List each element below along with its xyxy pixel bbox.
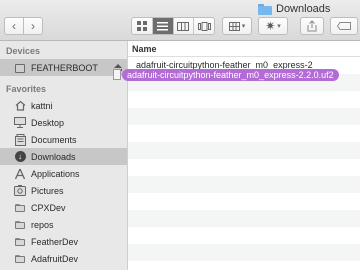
sidebar-item-label: kattni (31, 100, 53, 111)
sidebar-item-applications[interactable]: Applications (0, 165, 127, 182)
folder-icon (258, 3, 272, 15)
view-mode-control (131, 17, 215, 35)
back-button[interactable]: ‹ (4, 17, 24, 35)
share-button[interactable] (300, 17, 324, 35)
arrange-grid-icon (228, 21, 240, 31)
table-row-empty (128, 227, 360, 244)
folder-icon (14, 253, 26, 265)
column-view-button[interactable] (174, 18, 195, 34)
home-icon (14, 100, 26, 112)
cover-flow-icon (197, 21, 211, 31)
sidebar-item-featherdev[interactable]: FeatherDev (0, 233, 127, 250)
folder-icon (14, 236, 26, 248)
applications-icon (14, 168, 26, 180)
sidebar-item-documents[interactable]: Documents (0, 131, 127, 148)
table-row-empty (128, 176, 360, 193)
table-row-empty (128, 108, 360, 125)
pictures-icon (14, 185, 26, 197)
sidebar-item-label: AdafruitDev (31, 253, 79, 264)
table-row-empty (128, 159, 360, 176)
table-row-empty (128, 91, 360, 108)
icon-view-button[interactable] (132, 18, 153, 34)
favorites-header: Favorites (6, 84, 47, 94)
external-drive-icon (14, 62, 26, 74)
documents-icon (14, 133, 26, 146)
table-row-empty (128, 210, 360, 227)
desktop-icon (14, 117, 26, 129)
sidebar-item-downloads[interactable]: ↓ Downloads (0, 148, 127, 165)
chevron-down-icon: ▾ (277, 23, 281, 30)
tags-button[interactable] (330, 17, 358, 35)
downloads-icon: ↓ (14, 151, 26, 163)
sidebar-item-pictures[interactable]: Pictures (0, 182, 127, 199)
table-row-empty (128, 193, 360, 210)
gear-icon: ✷ (265, 19, 276, 33)
window-toolbar: Downloads ‹ › ▾ ✷ ▾ (0, 0, 360, 41)
sidebar-item-label: repos (31, 219, 54, 230)
sidebar-item-label: FeatherDev (31, 236, 79, 247)
column-view-icon (177, 21, 190, 31)
devices-header: Devices (6, 46, 41, 56)
arrange-button[interactable]: ▾ (222, 17, 252, 35)
column-header-name[interactable]: Name (128, 41, 360, 57)
sidebar-item-label: Applications (31, 168, 80, 179)
folder-icon (14, 202, 26, 214)
sidebar-item-label: CPXDev (31, 202, 66, 213)
dragged-file-icon (113, 69, 121, 80)
chevron-down-icon: ▾ (241, 23, 246, 30)
eject-icon (114, 64, 122, 68)
chevron-left-icon: ‹ (12, 19, 16, 33)
sidebar-item-label: Downloads (31, 151, 76, 162)
list-view-icon (157, 21, 169, 30)
list-view-button[interactable] (152, 18, 174, 34)
window-title: Downloads (258, 2, 330, 16)
sidebar-item-adafruitdev[interactable]: AdafruitDev (0, 250, 127, 267)
sidebar-item-label: FEATHERBOOT (31, 62, 98, 73)
dragged-file-label: adafruit-circuitpython-feather_m0_expres… (122, 69, 339, 81)
forward-button[interactable]: › (23, 17, 43, 35)
sidebar-item-featherboot[interactable]: FEATHERBOOT (0, 59, 127, 76)
sidebar-item-label: Documents (31, 134, 77, 145)
chevron-right-icon: › (31, 19, 35, 33)
sidebar: Devices FEATHERBOOT Favorites kattni Des… (0, 41, 128, 270)
table-row-empty (128, 125, 360, 142)
window-title-text: Downloads (276, 3, 331, 15)
sidebar-item-desktop[interactable]: Desktop (0, 114, 127, 131)
column-header-label: Name (132, 43, 157, 54)
sidebar-item-label: Pictures (31, 185, 64, 196)
action-button[interactable]: ✷ ▾ (258, 17, 288, 35)
cover-flow-button[interactable] (194, 18, 214, 34)
sidebar-item-kattni[interactable]: kattni (0, 97, 127, 114)
tag-icon (337, 22, 351, 30)
table-row-empty (128, 244, 360, 261)
table-row-empty (128, 142, 360, 159)
sidebar-item-label: Desktop (31, 117, 65, 128)
share-icon (307, 20, 317, 32)
folder-icon (14, 219, 26, 231)
icon-view-icon (136, 21, 147, 31)
sidebar-item-repos[interactable]: repos (0, 216, 127, 233)
sidebar-item-cpxdev[interactable]: CPXDev (0, 199, 127, 216)
